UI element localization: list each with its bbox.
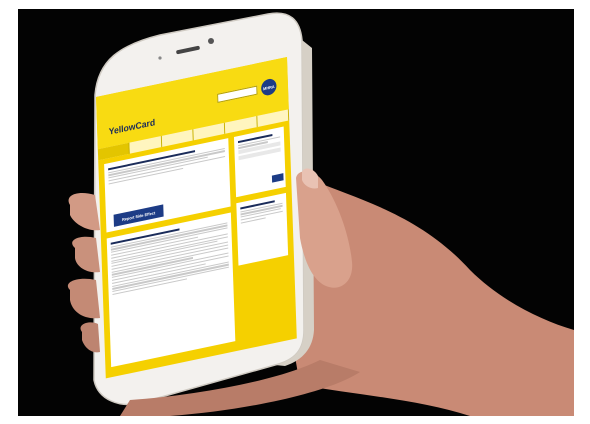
- important-information-panel: [106, 212, 236, 368]
- front-camera: [208, 38, 214, 44]
- hand-and-phone-photo: [67, 12, 574, 416]
- yellowcard-logo[interactable]: YellowCard: [109, 117, 156, 137]
- left-ring-finger: [67, 278, 100, 319]
- photo-scene: MHRA YellowCard ​ Report Side Effect: [0, 0, 590, 424]
- left-middle-finger: [72, 236, 100, 273]
- left-index-finger: [68, 193, 100, 231]
- mhra-badge: MHRA: [260, 77, 277, 97]
- phone-screen-webpage[interactable]: MHRA YellowCard ​ Report Side Effect: [96, 57, 297, 379]
- left-little-finger: [80, 322, 100, 353]
- login-panel: [233, 126, 286, 198]
- welcome-side-panel: [236, 192, 289, 266]
- site-search-box[interactable]: [217, 85, 258, 103]
- proximity-sensor: [158, 56, 162, 60]
